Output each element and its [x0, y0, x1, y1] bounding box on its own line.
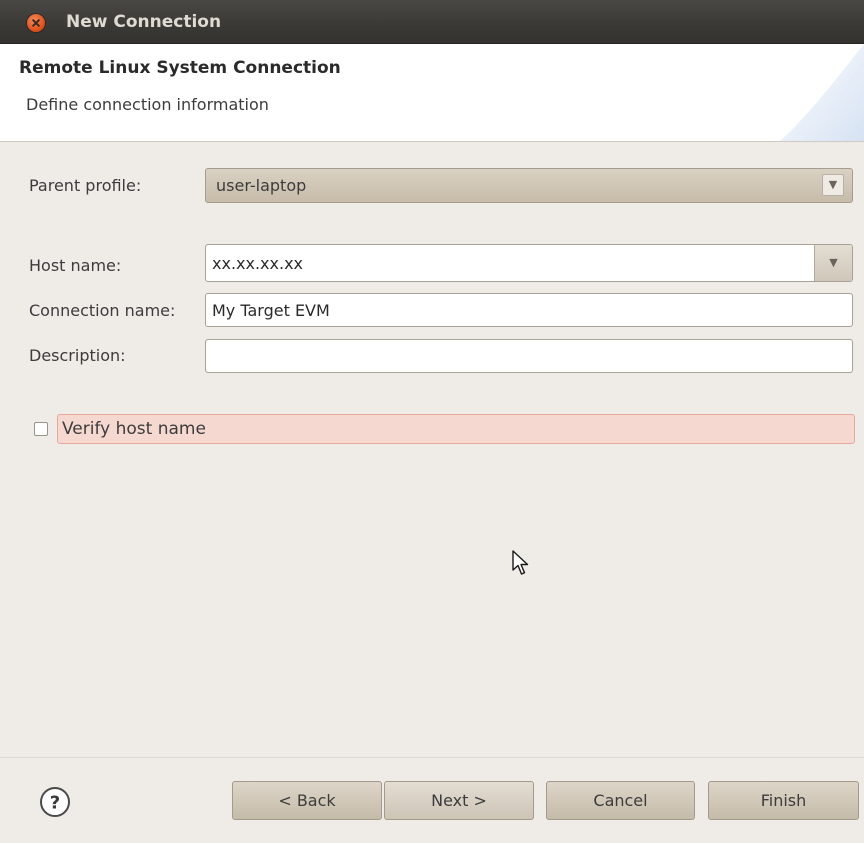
- window-titlebar: New Connection: [0, 0, 864, 44]
- parent-profile-select[interactable]: user-laptop ▼: [205, 168, 853, 203]
- parent-profile-label: Parent profile:: [29, 176, 142, 195]
- footer-separator: [0, 757, 864, 758]
- close-icon[interactable]: [27, 14, 45, 32]
- next-button[interactable]: Next >: [384, 781, 534, 820]
- host-name-combo[interactable]: xx.xx.xx.xx ▼: [205, 244, 853, 282]
- banner-separator: [0, 141, 864, 142]
- description-field[interactable]: [205, 339, 853, 373]
- cancel-button[interactable]: Cancel: [546, 781, 695, 820]
- banner-subtitle: Define connection information: [26, 95, 269, 114]
- finish-button[interactable]: Finish: [708, 781, 859, 820]
- mouse-pointer-icon: [512, 550, 529, 575]
- chevron-down-icon[interactable]: ▼: [814, 245, 852, 281]
- chevron-down-icon[interactable]: ▼: [822, 174, 844, 196]
- connection-name-field[interactable]: [205, 293, 853, 327]
- help-icon[interactable]: ?: [39, 786, 71, 818]
- wizard-banner: Remote Linux System Connection Define co…: [0, 44, 864, 141]
- host-name-value[interactable]: xx.xx.xx.xx: [212, 254, 303, 273]
- svg-text:?: ?: [50, 793, 60, 814]
- banner-title: Remote Linux System Connection: [19, 58, 341, 78]
- banner-decoration: [780, 44, 864, 141]
- back-button[interactable]: < Back: [232, 781, 382, 820]
- verify-host-label: Verify host name: [62, 419, 206, 439]
- parent-profile-value: user-laptop: [216, 176, 307, 195]
- connection-name-label: Connection name:: [29, 301, 176, 320]
- window-title: New Connection: [66, 12, 222, 32]
- verify-host-checkbox[interactable]: [34, 422, 48, 436]
- verify-host-label-box[interactable]: Verify host name: [57, 414, 855, 444]
- host-name-label: Host name:: [29, 256, 122, 275]
- description-label: Description:: [29, 346, 126, 365]
